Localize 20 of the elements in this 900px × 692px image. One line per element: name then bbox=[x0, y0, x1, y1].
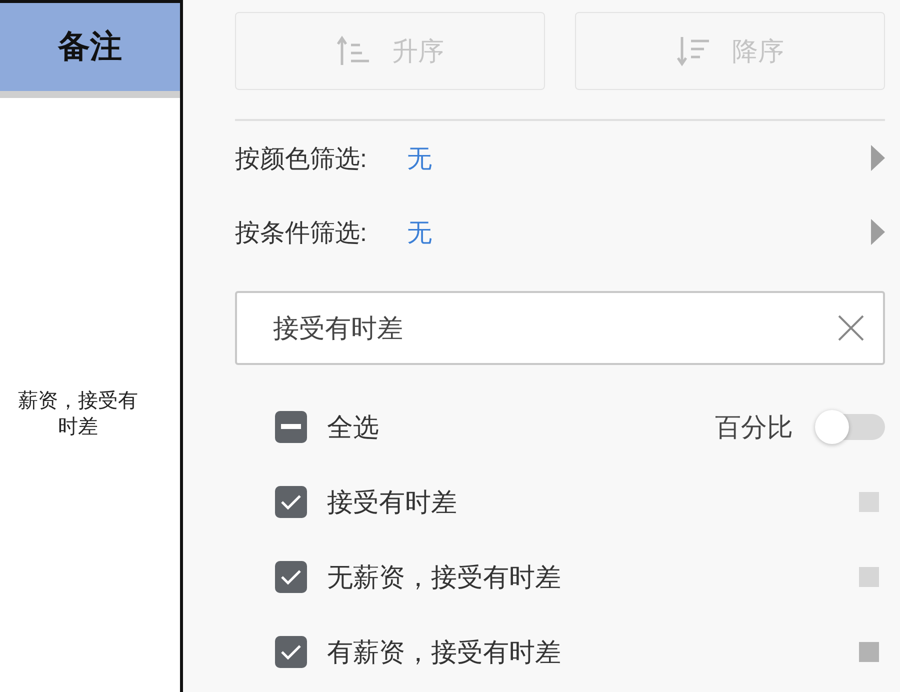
sort-descending-icon bbox=[676, 35, 710, 67]
filter-label: 按条件筛选: bbox=[235, 218, 367, 248]
checkbox[interactable] bbox=[275, 411, 307, 443]
filter-item-label[interactable]: 接受有时差 bbox=[327, 484, 859, 520]
checkbox[interactable] bbox=[275, 486, 307, 518]
search-field[interactable]: 接受有时差 bbox=[235, 291, 885, 365]
search-input[interactable]: 接受有时差 bbox=[271, 312, 837, 344]
column-header[interactable]: 备注 bbox=[0, 3, 180, 98]
filter-item-label[interactable]: 有薪资，接受有时差 bbox=[327, 634, 859, 670]
filter-item-label[interactable]: 无薪资，接受有时差 bbox=[327, 560, 859, 594]
toggle-label: 百分比 bbox=[715, 410, 793, 444]
select-all-label[interactable]: 全选 bbox=[327, 410, 715, 444]
sort-ascending-icon bbox=[336, 35, 370, 67]
checkbox[interactable] bbox=[275, 561, 307, 593]
table-cell-text: 薪资，接受有时差 bbox=[17, 389, 139, 440]
filter-value[interactable]: 无 bbox=[406, 144, 432, 172]
checkbox[interactable] bbox=[275, 636, 307, 668]
close-icon[interactable] bbox=[837, 314, 865, 342]
filter-value[interactable]: 无 bbox=[406, 218, 432, 246]
filter-label: 按颜色筛选: bbox=[235, 144, 367, 174]
